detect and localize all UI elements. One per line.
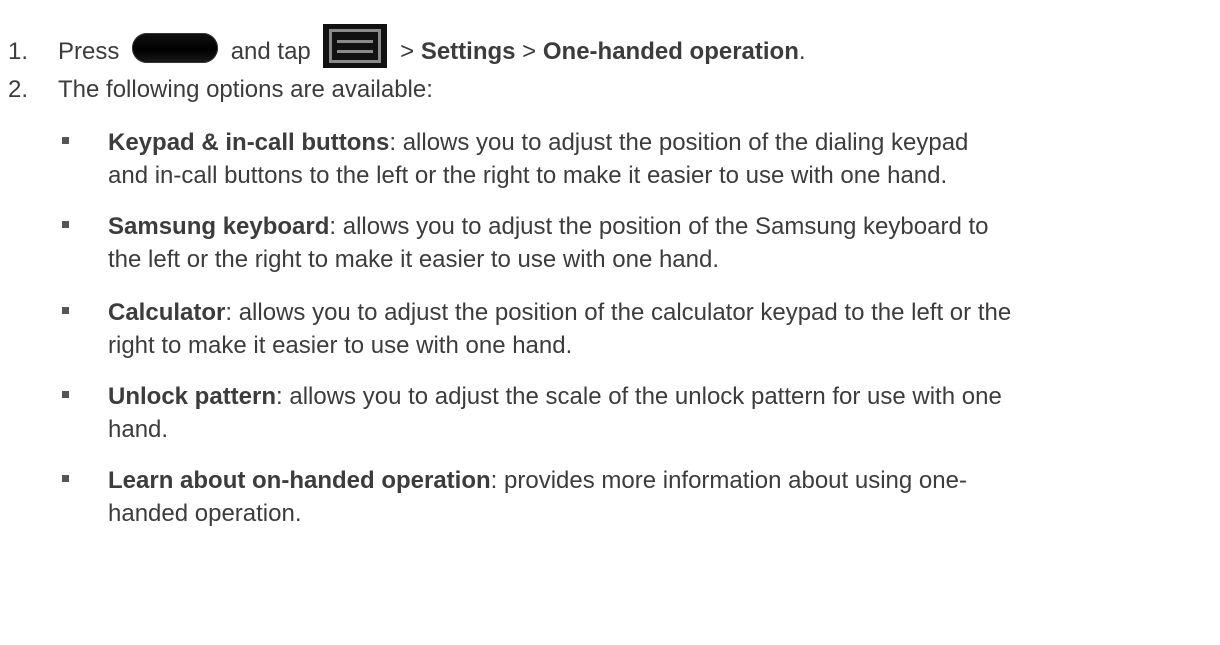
option-desc-line1: : provides more information about using …: [490, 467, 967, 494]
and-tap-text: and tap: [230, 38, 311, 65]
option-text: Unlock pattern: allows you to adjust the…: [108, 380, 1218, 446]
option-desc-line1: : allows you to adjust the position of t…: [225, 299, 1012, 326]
option-text: Calculator: allows you to adjust the pos…: [108, 296, 1218, 362]
option-desc-line2: handed operation.: [108, 500, 302, 527]
step-text: The following options are available:: [58, 76, 433, 103]
option-desc-line2: and in-call buttons to the left or the r…: [108, 162, 948, 189]
menu-key-icon: [323, 24, 388, 68]
step-1: 1. Press and tap > Settings > One-handed …: [8, 24, 806, 68]
separator: >: [522, 38, 537, 65]
settings-label: Settings: [420, 38, 516, 65]
option-desc-line2: right to make it easier to use with one …: [108, 332, 573, 359]
option-desc-line2: the left or the right to make it easier …: [108, 246, 720, 273]
home-key-icon: [132, 33, 219, 63]
bullet-icon: [62, 307, 69, 314]
step-number: 1.: [8, 38, 29, 65]
bullet-icon: [62, 221, 69, 228]
option-desc-line1: : allows you to adjust the scale of the …: [276, 383, 1002, 410]
period: .: [798, 38, 806, 65]
one-handed-operation-label: One-handed operation: [542, 38, 799, 65]
option-desc-line1: : allows you to adjust the position of t…: [329, 213, 989, 240]
option-text: Keypad & in-call buttons: allows you to …: [108, 126, 1218, 192]
option-desc-line2: hand.: [108, 416, 169, 443]
option-name: Samsung keyboard: [108, 213, 330, 240]
bullet-icon: [62, 137, 69, 144]
option-name: Learn about on-handed operation: [108, 467, 491, 494]
option-text: Samsung keyboard: allows you to adjust t…: [108, 210, 1218, 276]
option-name: Unlock pattern: [108, 383, 277, 410]
option-name: Calculator: [108, 299, 226, 326]
option-text: Learn about on-handed operation: provide…: [108, 464, 1218, 530]
bullet-icon: [62, 391, 69, 398]
option-desc-line1: : allows you to adjust the position of t…: [389, 129, 969, 156]
press-text: Press: [58, 38, 120, 65]
separator: >: [400, 38, 415, 65]
step-number: 2.: [8, 76, 29, 103]
bullet-icon: [62, 475, 69, 482]
option-name: Keypad & in-call buttons: [108, 129, 390, 156]
step-2: 2. The following options are available:: [8, 76, 433, 104]
